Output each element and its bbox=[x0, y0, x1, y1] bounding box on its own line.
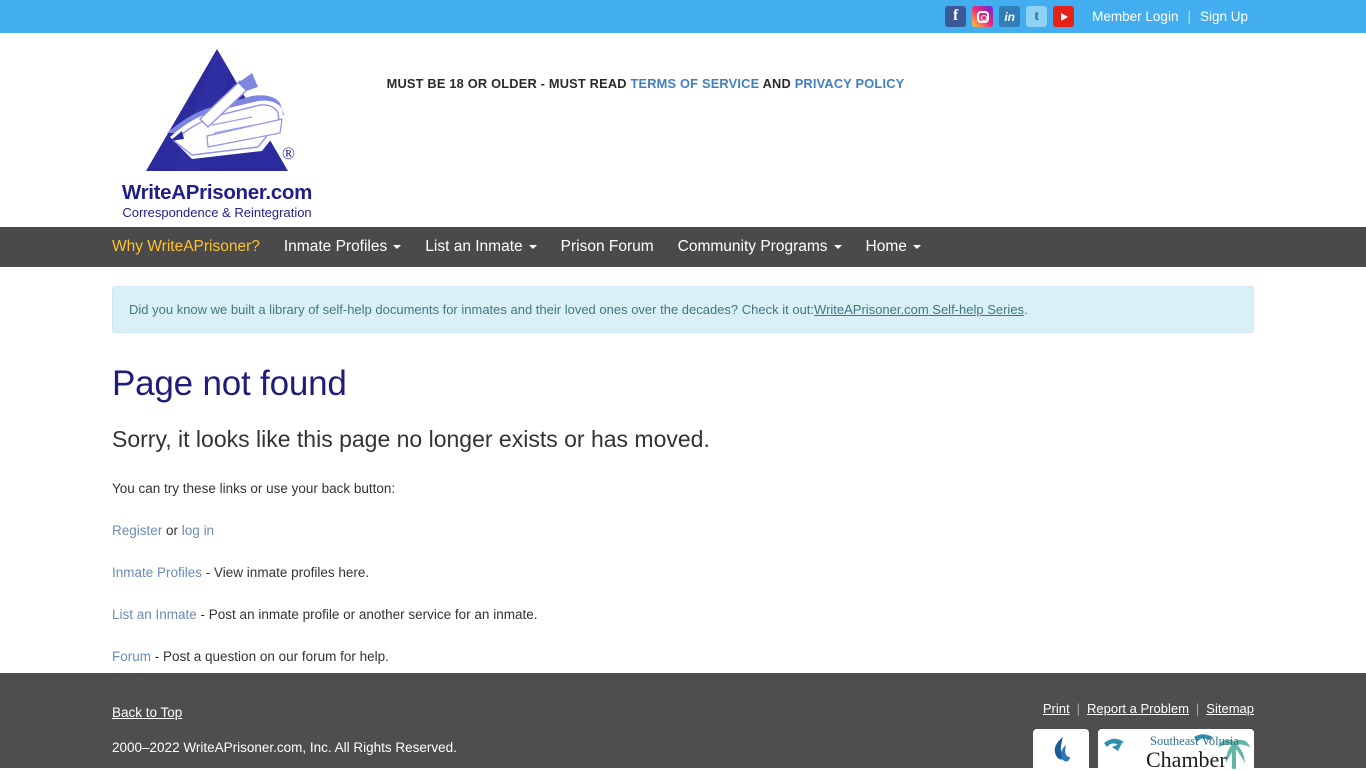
nav-label: Why WriteAPrisoner? bbox=[112, 238, 260, 255]
nav-label: Community Programs bbox=[677, 238, 828, 255]
privacy-policy-link[interactable]: PRIVACY POLICY bbox=[795, 76, 905, 91]
terms-of-service-link[interactable]: TERMS OF SERVICE bbox=[630, 76, 759, 91]
footer-utility-links: Print | Report a Problem | Sitemap bbox=[1043, 701, 1254, 716]
youtube-icon[interactable] bbox=[1053, 6, 1075, 27]
nav-item-list-an-inmate[interactable]: List an Inmate bbox=[425, 238, 537, 256]
notice-suffix: . bbox=[1024, 302, 1028, 317]
top-account-links: Member Login | Sign Up bbox=[1092, 9, 1248, 24]
sitemap-link[interactable]: Sitemap bbox=[1206, 701, 1254, 716]
footer-badges: Southeast Volusia Chamber bbox=[1033, 729, 1254, 771]
chevron-down-icon bbox=[912, 245, 921, 249]
logo-tagline: Correspondence & Reintegration bbox=[122, 204, 312, 220]
main-column: Page not found Sorry, it looks like this… bbox=[0, 364, 1366, 664]
instagram-glyph bbox=[976, 10, 989, 23]
chevron-down-icon bbox=[528, 245, 537, 249]
member-login-link[interactable]: Member Login bbox=[1092, 9, 1178, 24]
logo-mark-icon: ® bbox=[112, 41, 322, 181]
nav-label: Prison Forum bbox=[560, 238, 654, 255]
age-notice-prefix: MUST BE 18 OR OLDER - MUST READ bbox=[386, 76, 631, 91]
site-footer: Back to Top 2000–2022 WriteAPrisoner.com… bbox=[0, 673, 1366, 771]
page-content: Did you know we built a library of self-… bbox=[0, 286, 1366, 664]
nav-label: List an Inmate bbox=[425, 238, 523, 255]
twitter-icon[interactable]: t bbox=[1026, 6, 1048, 27]
forum-link[interactable]: Forum bbox=[112, 649, 151, 664]
nav-item-home[interactable]: Home bbox=[866, 238, 921, 256]
nav-label: Home bbox=[865, 238, 907, 255]
link-row-inmate-profiles: Inmate Profiles - View inmate profiles h… bbox=[112, 565, 1254, 580]
link-row-forum: Forum - Post a question on our forum for… bbox=[112, 649, 1254, 664]
self-help-series-link[interactable]: WriteAPrisoner.com Self-help Series bbox=[814, 302, 1024, 317]
report-a-problem-link[interactable]: Report a Problem bbox=[1087, 701, 1189, 716]
page-subtitle: Sorry, it looks like this page no longer… bbox=[112, 425, 710, 452]
main-navigation: Why WriteAPrisoner? Inmate Profiles List… bbox=[0, 227, 1366, 267]
log-in-link[interactable]: log in bbox=[182, 523, 214, 538]
facebook-icon[interactable]: f bbox=[945, 6, 967, 27]
chevron-down-icon bbox=[833, 245, 842, 249]
nav-item-inmate-profiles[interactable]: Inmate Profiles bbox=[283, 238, 402, 256]
site-logo[interactable]: ® WriteAPrisoner.com Correspondence & Re… bbox=[112, 41, 322, 220]
nav-item-why-writeaprisoner[interactable]: Why WriteAPrisoner? bbox=[112, 238, 260, 256]
svg-text:®: ® bbox=[282, 144, 295, 163]
list-an-inmate-link[interactable]: List an Inmate bbox=[112, 607, 197, 622]
top-utility-bar: f in t Member Login | Sign Up bbox=[0, 0, 1366, 33]
back-to-top-link[interactable]: Back to Top bbox=[112, 705, 182, 720]
chamber-line-2: Chamber bbox=[1146, 747, 1227, 771]
page-title: Page not found bbox=[112, 364, 347, 403]
sign-up-link[interactable]: Sign Up bbox=[1200, 9, 1248, 24]
chevron-down-icon bbox=[393, 245, 402, 249]
forum-desc: - Post a question on our forum for help. bbox=[151, 648, 389, 664]
youtube-play-glyph bbox=[1061, 12, 1069, 21]
footer-separator: | bbox=[1195, 701, 1200, 716]
footer-separator: | bbox=[1076, 701, 1081, 716]
site-header: ® WriteAPrisoner.com Correspondence & Re… bbox=[0, 33, 1366, 227]
bbb-accredited-badge[interactable] bbox=[1033, 729, 1089, 771]
register-link[interactable]: Register bbox=[112, 523, 162, 538]
inmate-profiles-link[interactable]: Inmate Profiles bbox=[112, 565, 202, 580]
list-an-inmate-desc: - Post an inmate profile or another serv… bbox=[196, 606, 538, 622]
nav-label: Inmate Profiles bbox=[283, 238, 388, 255]
logo-wordmark: WriteAPrisoner.com bbox=[121, 181, 313, 204]
southeast-volusia-chamber-badge[interactable]: Southeast Volusia Chamber bbox=[1098, 729, 1254, 771]
linkedin-icon[interactable]: in bbox=[999, 6, 1021, 27]
register-row-mid: or bbox=[162, 522, 182, 538]
top-links-separator: | bbox=[1187, 9, 1191, 24]
instagram-icon[interactable] bbox=[972, 6, 994, 27]
social-links: f in t bbox=[945, 6, 1075, 27]
chamber-line-1: Southeast Volusia bbox=[1150, 734, 1239, 748]
link-row-list-an-inmate: List an Inmate - Post an inmate profile … bbox=[112, 607, 1254, 622]
age-notice: MUST BE 18 OR OLDER - MUST READ TERMS OF… bbox=[0, 76, 1366, 91]
print-link[interactable]: Print bbox=[1043, 701, 1070, 716]
inmate-profiles-desc: - View inmate profiles here. bbox=[202, 564, 370, 580]
nav-item-community-programs[interactable]: Community Programs bbox=[678, 238, 842, 256]
notice-text: Did you know we built a library of self-… bbox=[129, 302, 815, 317]
helper-text: You can try these links or use your back… bbox=[112, 480, 396, 496]
nav-item-prison-forum[interactable]: Prison Forum bbox=[561, 238, 654, 256]
link-row-register: Register or log in bbox=[112, 523, 1254, 538]
age-notice-middle: AND bbox=[759, 76, 795, 91]
self-help-notice-banner: Did you know we built a library of self-… bbox=[112, 286, 1254, 333]
